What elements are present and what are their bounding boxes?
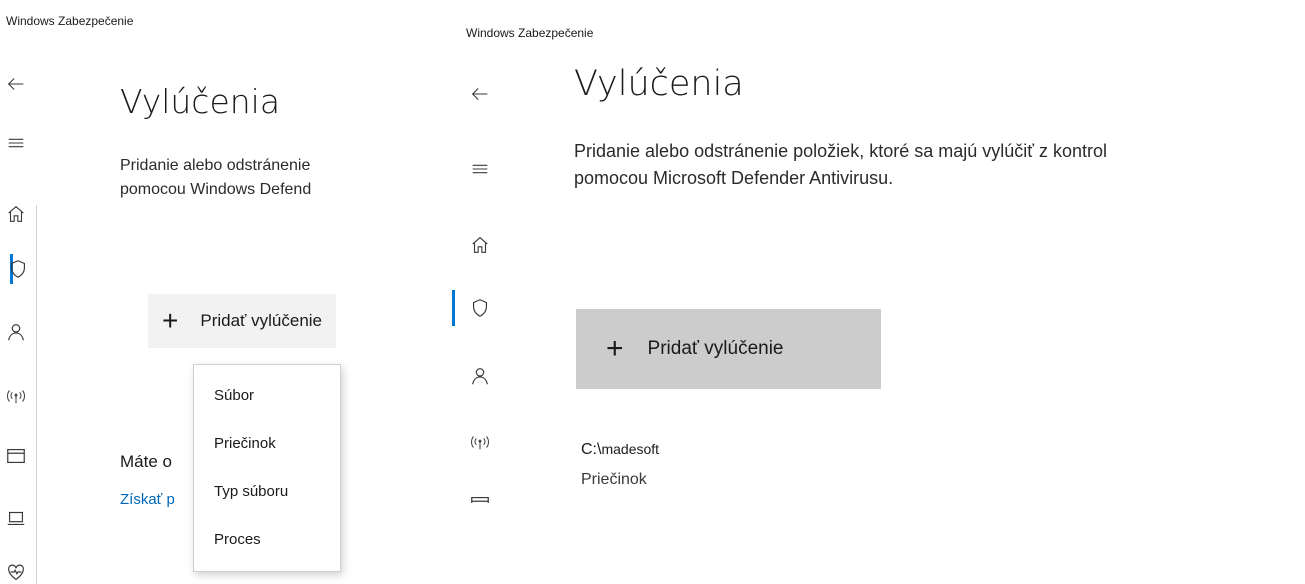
back-arrow-icon[interactable] xyxy=(4,72,28,96)
home-icon[interactable] xyxy=(4,202,28,226)
add-exclusion-dropdown: Súbor Priečinok Typ súboru Proces xyxy=(193,364,341,572)
description-line-1: Pridanie alebo odstránenie xyxy=(120,157,311,174)
back-arrow-icon[interactable] xyxy=(468,82,492,106)
help-link[interactable]: Získať p xyxy=(120,491,175,508)
add-exclusion-label: Pridať vylúčenie xyxy=(647,338,784,359)
menu-item-process[interactable]: Proces xyxy=(214,531,261,548)
plus-icon: + xyxy=(162,305,179,336)
shield-icon[interactable] xyxy=(6,257,30,281)
menu-item-folder[interactable]: Priečinok xyxy=(214,435,276,452)
window-title: Windows Zabezpečenie xyxy=(466,26,594,40)
help-heading: Máte o xyxy=(120,452,172,471)
description-line-2: pomocou Windows Defend xyxy=(120,181,312,198)
nav-divider xyxy=(36,205,37,584)
exclusion-path[interactable]: C:\madesoft xyxy=(581,441,659,459)
hamburger-icon[interactable] xyxy=(4,131,28,155)
nav-selected-indicator xyxy=(452,290,455,326)
shield-icon[interactable] xyxy=(468,296,492,320)
description-line-2: pomocou Microsoft Defender Antivirusu. xyxy=(574,168,894,188)
person-icon[interactable] xyxy=(4,320,28,344)
exclusion-path-prefix: C:\ xyxy=(581,441,602,458)
hamburger-icon[interactable] xyxy=(468,157,492,181)
menu-item-file-type[interactable]: Typ súboru xyxy=(214,483,288,500)
wireless-icon[interactable] xyxy=(468,430,492,454)
right-screenshot-panel: Windows Zabezpečenie Vylúčenia Pridanie … xyxy=(440,0,1305,503)
app-browser-icon[interactable] xyxy=(4,444,28,468)
add-exclusion-button[interactable]: + Pridať vylúčenie xyxy=(148,294,337,348)
device-icon[interactable] xyxy=(4,506,28,530)
app-browser-icon[interactable] xyxy=(468,492,492,503)
page-title: Vylúčenia xyxy=(574,64,744,104)
person-icon[interactable] xyxy=(468,364,492,388)
window-title: Windows Zabezpečenie xyxy=(6,14,134,28)
wireless-icon[interactable] xyxy=(4,384,28,408)
page-description: Pridanie alebo odstránenie položiek, kto… xyxy=(574,138,1107,192)
left-screenshot-panel: Windows Zabezpečenie Vylúčenia Pridanie … xyxy=(0,0,440,584)
add-exclusion-label: Pridať vylúčenie xyxy=(200,311,323,330)
page-description: Pridanie alebo odstránenie pomocou Windo… xyxy=(120,154,311,202)
page-title: Vylúčenia xyxy=(120,82,281,121)
exclusion-type: Priečinok xyxy=(581,471,647,488)
health-heart-icon[interactable] xyxy=(4,560,28,584)
home-icon[interactable] xyxy=(468,233,492,257)
menu-item-file[interactable]: Súbor xyxy=(214,387,254,404)
add-exclusion-button[interactable]: + Pridať vylúčenie xyxy=(576,309,881,389)
plus-icon: + xyxy=(606,332,624,365)
exclusion-path-name: madesoft xyxy=(601,441,660,457)
description-line-1: Pridanie alebo odstránenie položiek, kto… xyxy=(574,141,1108,161)
